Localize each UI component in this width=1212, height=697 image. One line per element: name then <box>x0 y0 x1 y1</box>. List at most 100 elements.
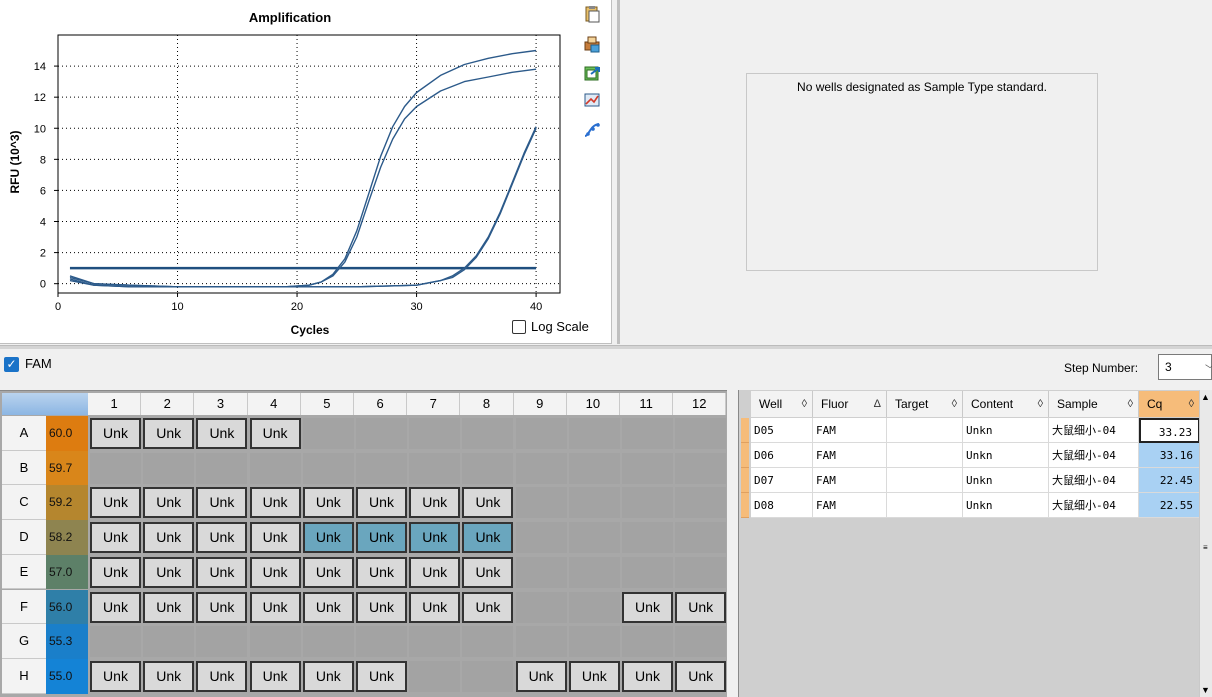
results-cell-target[interactable] <box>887 493 963 518</box>
plate-well-G4[interactable] <box>249 626 301 658</box>
plate-well-H10[interactable]: Unk <box>568 660 620 692</box>
plate-row-header-B[interactable]: B <box>2 450 46 486</box>
sort-icon[interactable]: Δ <box>874 391 881 417</box>
horizontal-splitter[interactable] <box>0 345 1212 349</box>
plate-well-G11[interactable] <box>622 626 673 658</box>
plate-well-A6[interactable] <box>356 418 407 449</box>
plate-well-D6[interactable]: Unk <box>356 522 407 554</box>
plate-well-B6[interactable] <box>356 452 407 484</box>
plate-well-A5[interactable] <box>302 418 354 449</box>
sort-icon[interactable]: ◊ <box>1189 391 1194 417</box>
plate-well-F4[interactable]: Unk <box>249 591 301 623</box>
plate-well-C5[interactable]: Unk <box>302 487 354 519</box>
plate-well-B3[interactable] <box>196 452 248 484</box>
plate-well-E8[interactable]: Unk <box>462 556 514 588</box>
plate-row-header-A[interactable]: A <box>2 416 46 451</box>
plate-well-C8[interactable]: Unk <box>462 487 514 519</box>
sort-icon[interactable]: ◊ <box>1128 391 1133 417</box>
plate-well-C1[interactable]: Unk <box>90 487 141 519</box>
plate-well-E1[interactable]: Unk <box>90 556 141 588</box>
plate-well-F1[interactable]: Unk <box>90 591 141 623</box>
plate-well-D9[interactable] <box>515 522 567 554</box>
results-cell-content[interactable]: Unkn <box>963 443 1049 468</box>
plate-well-C2[interactable]: Unk <box>143 487 195 519</box>
plate-well-F6[interactable]: Unk <box>356 591 407 623</box>
plate-well-A7[interactable] <box>409 418 461 449</box>
plate-column-header-1[interactable]: 1 <box>88 393 142 415</box>
results-cell-well[interactable]: D08 <box>751 493 813 518</box>
plate-well-E10[interactable] <box>568 556 620 588</box>
plate-well-G6[interactable] <box>356 626 407 658</box>
plate-well-C10[interactable] <box>568 487 620 519</box>
plate-corner-select-all[interactable] <box>2 393 88 415</box>
amplification-curve-3[interactable] <box>69 126 537 288</box>
plate-well-B11[interactable] <box>622 452 673 484</box>
sort-icon[interactable]: ◊ <box>1038 391 1043 417</box>
plate-well-E11[interactable] <box>622 556 673 588</box>
plate-well-G1[interactable] <box>90 626 141 658</box>
plate-well-E4[interactable]: Unk <box>249 556 301 588</box>
plate-well-H7[interactable] <box>409 660 461 692</box>
results-vertical-scrollbar[interactable]: ▲ ≡ ▼ <box>1199 390 1212 697</box>
plate-well-H3[interactable]: Unk <box>196 660 248 692</box>
plate-well-A1[interactable]: Unk <box>90 418 141 449</box>
results-cell-cq[interactable]: 22.45 <box>1139 468 1200 493</box>
plate-well-D11[interactable] <box>622 522 673 554</box>
results-cell-content[interactable]: Unkn <box>963 418 1049 443</box>
plate-well-A11[interactable] <box>622 418 673 449</box>
results-cell-sample[interactable]: 大鼠细小-04 <box>1049 443 1139 468</box>
print-icon[interactable] <box>582 34 602 54</box>
results-cell-cq[interactable]: 33.23 <box>1139 418 1200 443</box>
plate-well-E9[interactable] <box>515 556 567 588</box>
plate-well-F10[interactable] <box>568 591 620 623</box>
plate-row-header-G[interactable]: G <box>2 624 46 659</box>
column-header-content[interactable]: Content ◊ <box>963 391 1049 417</box>
scroll-grip-icon[interactable]: ≡ <box>1203 543 1208 552</box>
plate-column-header-3[interactable]: 3 <box>194 393 248 415</box>
plate-well-E6[interactable]: Unk <box>356 556 407 588</box>
plate-well-F7[interactable]: Unk <box>409 591 461 623</box>
plate-well-A8[interactable] <box>462 418 514 449</box>
plate-column-header-7[interactable]: 7 <box>407 393 461 415</box>
plate-column-header-2[interactable]: 2 <box>141 393 195 415</box>
plate-well-A3[interactable]: Unk <box>196 418 248 449</box>
plate-well-A2[interactable]: Unk <box>143 418 195 449</box>
log-scale-checkbox[interactable] <box>512 319 526 334</box>
results-cell-content[interactable]: Unkn <box>963 493 1049 518</box>
results-cell-fluor[interactable]: FAM <box>813 443 887 468</box>
results-cell-well[interactable]: D07 <box>751 468 813 493</box>
plate-well-H9[interactable]: Unk <box>515 660 567 692</box>
amplification-chart[interactable]: Amplification Cycles RFU (10^3) 0 10 20 30 4… <box>0 0 612 344</box>
plate-well-A9[interactable] <box>515 418 567 449</box>
plate-column-header-9[interactable]: 9 <box>513 393 567 415</box>
plate-well-G3[interactable] <box>196 626 248 658</box>
chart-settings-icon[interactable] <box>582 90 602 110</box>
plate-well-B1[interactable] <box>90 452 141 484</box>
plate-well-F9[interactable] <box>515 591 567 623</box>
plate-well-B2[interactable] <box>143 452 195 484</box>
plate-well-G10[interactable] <box>568 626 620 658</box>
column-header-cq[interactable]: Cq ◊ <box>1139 391 1200 417</box>
plate-column-header-8[interactable]: 8 <box>460 393 514 415</box>
scroll-up-icon[interactable]: ▲ <box>1201 392 1210 402</box>
results-cell-target[interactable] <box>887 418 963 443</box>
plate-well-H6[interactable]: Unk <box>356 660 407 692</box>
plate-well-A12[interactable] <box>675 418 727 449</box>
column-header-well[interactable]: Well ◊ <box>751 391 813 417</box>
plate-well-B7[interactable] <box>409 452 461 484</box>
plate-well-G2[interactable] <box>143 626 195 658</box>
plate-well-F5[interactable]: Unk <box>302 591 354 623</box>
row-selector[interactable] <box>741 493 749 518</box>
plate-well-D2[interactable]: Unk <box>143 522 195 554</box>
column-header-target[interactable]: Target ◊ <box>887 391 963 417</box>
plate-well-D4[interactable]: Unk <box>249 522 301 554</box>
plate-well-D5[interactable]: Unk <box>302 522 354 554</box>
plate-well-D8[interactable]: Unk <box>462 522 514 554</box>
plate-well-F3[interactable]: Unk <box>196 591 248 623</box>
column-header-sample[interactable]: Sample ◊ <box>1049 391 1139 417</box>
plate-row-header-H[interactable]: H <box>2 658 46 694</box>
plate-well-F2[interactable]: Unk <box>143 591 195 623</box>
plate-well-C12[interactable] <box>675 487 727 519</box>
amplification-curve-1[interactable] <box>69 49 537 288</box>
results-cell-sample[interactable]: 大鼠细小-04 <box>1049 493 1139 518</box>
